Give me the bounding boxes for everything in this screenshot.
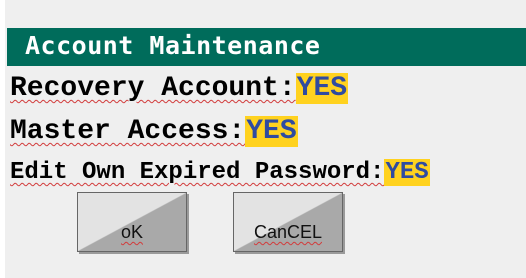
setting-value-master-access[interactable]: YES xyxy=(245,116,298,147)
page-title: Account Maintenance xyxy=(25,31,321,60)
setting-label: Master Access: xyxy=(10,116,246,147)
cancel-button-label: CanCEL xyxy=(253,222,323,242)
setting-value-edit-own-expired-password[interactable]: YES xyxy=(384,159,430,186)
setting-value-recovery-account[interactable]: YES xyxy=(295,73,349,104)
ok-button-label: oK xyxy=(120,222,144,242)
setting-label: Recovery Account: xyxy=(10,73,296,104)
ok-button[interactable]: oK xyxy=(77,192,187,252)
page-header: Account Maintenance xyxy=(7,28,526,66)
setting-recovery-account: Recovery Account:YES xyxy=(10,73,349,104)
setting-label: Edit Own Expired Password: xyxy=(10,159,385,186)
setting-edit-own-expired-password: Edit Own Expired Password:YES xyxy=(10,159,430,186)
cancel-button[interactable]: CanCEL xyxy=(233,192,343,252)
setting-master-access: Master Access:YES xyxy=(10,116,298,147)
